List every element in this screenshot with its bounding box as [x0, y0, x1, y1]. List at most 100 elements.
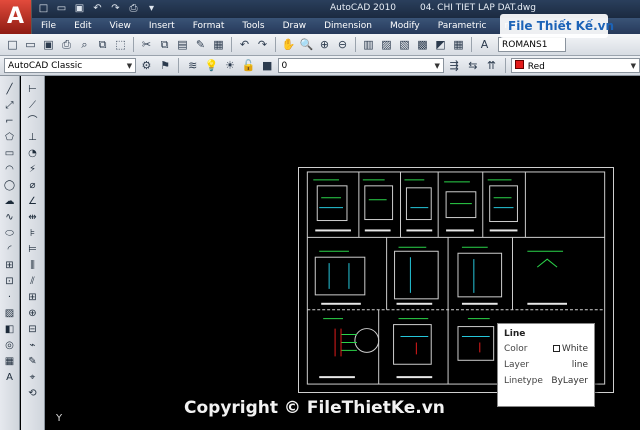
sheet-set-icon[interactable]: ▩ — [414, 36, 431, 53]
construction-line-icon[interactable]: ⤢ — [2, 98, 18, 113]
open-icon[interactable]: ▭ — [54, 2, 69, 16]
3d-dwf-icon[interactable]: ⬚ — [112, 36, 129, 53]
menu-format[interactable]: Format — [184, 21, 234, 31]
layer-properties-icon[interactable]: ≋ — [184, 57, 201, 74]
lightbulb-icon[interactable]: 💡 — [203, 57, 220, 74]
menu-insert[interactable]: Insert — [140, 21, 184, 31]
menu-parametric[interactable]: Parametric — [429, 21, 496, 31]
polyline-icon[interactable]: ⌐ — [2, 114, 18, 129]
save-icon[interactable]: ▣ — [40, 36, 57, 53]
application-menu-button[interactable]: A — [0, 0, 32, 34]
properties-icon[interactable]: ▥ — [360, 36, 377, 53]
match-properties-icon[interactable]: ✎ — [192, 36, 209, 53]
radius-icon[interactable]: ◔ — [25, 146, 41, 161]
zoom-window-icon[interactable]: ⊕ — [316, 36, 333, 53]
quick-dim-icon[interactable]: ⇹ — [25, 210, 41, 225]
text-style-icon[interactable]: A — [476, 36, 493, 53]
copy-icon[interactable]: ⧉ — [156, 36, 173, 53]
mtext-icon[interactable]: A — [2, 370, 18, 385]
gear-icon[interactable]: ⚙ — [138, 57, 155, 74]
make-current-icon[interactable]: ⇶ — [446, 57, 463, 74]
color-combo[interactable]: Red ▼ — [510, 58, 640, 73]
workspace-combo[interactable]: AutoCAD Classic ▼ — [4, 58, 137, 73]
dim-text-edit-icon[interactable]: ⌖ — [25, 370, 41, 385]
menu-draw[interactable]: Draw — [274, 21, 316, 31]
undo-icon[interactable]: ↶ — [236, 36, 253, 53]
plot-preview-icon[interactable]: ⌕ — [76, 36, 93, 53]
sun-icon[interactable]: ☀ — [222, 57, 239, 74]
drawing-canvas[interactable]: Line Color White Layer line Linetype ByL… — [46, 76, 640, 430]
dimension-arc-icon[interactable]: ⌒ — [25, 114, 41, 129]
inspection-icon[interactable]: ⊟ — [25, 322, 41, 337]
text-style-combo[interactable]: ROMANS1 — [498, 37, 566, 52]
paste-icon[interactable]: ▤ — [174, 36, 191, 53]
spline-icon[interactable]: ∿ — [2, 210, 18, 225]
arc-icon[interactable]: ◠ — [2, 162, 18, 177]
gradient-icon[interactable]: ◧ — [2, 322, 18, 337]
angular-icon[interactable]: ∠ — [25, 194, 41, 209]
menu-file[interactable]: File — [32, 21, 65, 31]
markup-icon[interactable]: ◩ — [432, 36, 449, 53]
dim-edit-icon[interactable]: ✎ — [25, 354, 41, 369]
qat-dropdown-icon[interactable]: ▾ — [144, 2, 159, 16]
continue-icon[interactable]: ⊨ — [25, 242, 41, 257]
plot-icon[interactable]: ⎙ — [58, 36, 75, 53]
design-center-icon[interactable]: ▨ — [378, 36, 395, 53]
menu-view[interactable]: View — [101, 21, 140, 31]
layer-combo[interactable]: 0 ▼ — [277, 58, 444, 73]
cut-icon[interactable]: ✂ — [138, 36, 155, 53]
qnew-icon[interactable]: □ — [4, 36, 21, 53]
dimension-linear-icon[interactable]: ⊢ — [25, 82, 41, 97]
redo-icon[interactable]: ↷ — [254, 36, 271, 53]
space-icon[interactable]: ⫼ — [25, 258, 41, 273]
menu-modify[interactable]: Modify — [381, 21, 429, 31]
point-icon[interactable]: · — [2, 290, 18, 305]
block-editor-icon[interactable]: ▦ — [210, 36, 227, 53]
make-block-icon[interactable]: ⊡ — [2, 274, 18, 289]
tool-palettes-icon[interactable]: ▧ — [396, 36, 413, 53]
workspace-settings-icon[interactable]: ⚑ — [157, 57, 174, 74]
layer-color-icon[interactable]: ■ — [259, 57, 276, 74]
circle-icon[interactable]: ◯ — [2, 178, 18, 193]
publish-icon[interactable]: ⧉ — [94, 36, 111, 53]
redo-icon[interactable]: ↷ — [108, 2, 123, 16]
rectangle-icon[interactable]: ▭ — [2, 146, 18, 161]
table-icon[interactable]: ▦ — [2, 354, 18, 369]
ordinate-icon[interactable]: ⊥ — [25, 130, 41, 145]
baseline-icon[interactable]: ⊧ — [25, 226, 41, 241]
jogged-icon[interactable]: ⚡ — [25, 162, 41, 177]
ellipse-arc-icon[interactable]: ◜ — [2, 242, 18, 257]
zoom-previous-icon[interactable]: ⊖ — [334, 36, 351, 53]
revision-cloud-icon[interactable]: ☁ — [2, 194, 18, 209]
layer-previous-icon[interactable]: ⇆ — [465, 57, 482, 74]
tooltip-value: White — [552, 344, 588, 354]
region-icon[interactable]: ◎ — [2, 338, 18, 353]
hatch-icon[interactable]: ▨ — [2, 306, 18, 321]
pan-icon[interactable]: ✋ — [280, 36, 297, 53]
copyright-watermark: Copyright © FileThietKe.vn — [184, 398, 445, 418]
zoom-realtime-icon[interactable]: 🔍 — [298, 36, 315, 53]
ellipse-icon[interactable]: ⬭ — [2, 226, 18, 241]
jogged-linear-icon[interactable]: ⌁ — [25, 338, 41, 353]
dim-update-icon[interactable]: ⟲ — [25, 386, 41, 401]
lock-icon[interactable]: 🔓 — [240, 57, 257, 74]
menu-tools[interactable]: Tools — [233, 21, 273, 31]
plot-icon[interactable]: ⎙ — [126, 2, 141, 16]
new-icon[interactable]: □ — [36, 2, 51, 16]
save-icon[interactable]: ▣ — [72, 2, 87, 16]
menu-dimension[interactable]: Dimension — [315, 21, 381, 31]
undo-icon[interactable]: ↶ — [90, 2, 105, 16]
layer-states-icon[interactable]: ⇈ — [483, 57, 500, 74]
diameter-icon[interactable]: ⌀ — [25, 178, 41, 193]
center-mark-icon[interactable]: ⊕ — [25, 306, 41, 321]
polygon-icon[interactable]: ⬠ — [2, 130, 18, 145]
open-icon[interactable]: ▭ — [22, 36, 39, 53]
quickcalc-icon[interactable]: ▦ — [450, 36, 467, 53]
tolerance-icon[interactable]: ⊞ — [25, 290, 41, 305]
dimension-aligned-icon[interactable]: ⟋ — [25, 98, 41, 113]
detail-shapes — [314, 185, 518, 365]
line-icon[interactable]: ╱ — [2, 82, 18, 97]
menu-edit[interactable]: Edit — [65, 21, 100, 31]
insert-block-icon[interactable]: ⊞ — [2, 258, 18, 273]
break-icon[interactable]: ⫽ — [25, 274, 41, 289]
